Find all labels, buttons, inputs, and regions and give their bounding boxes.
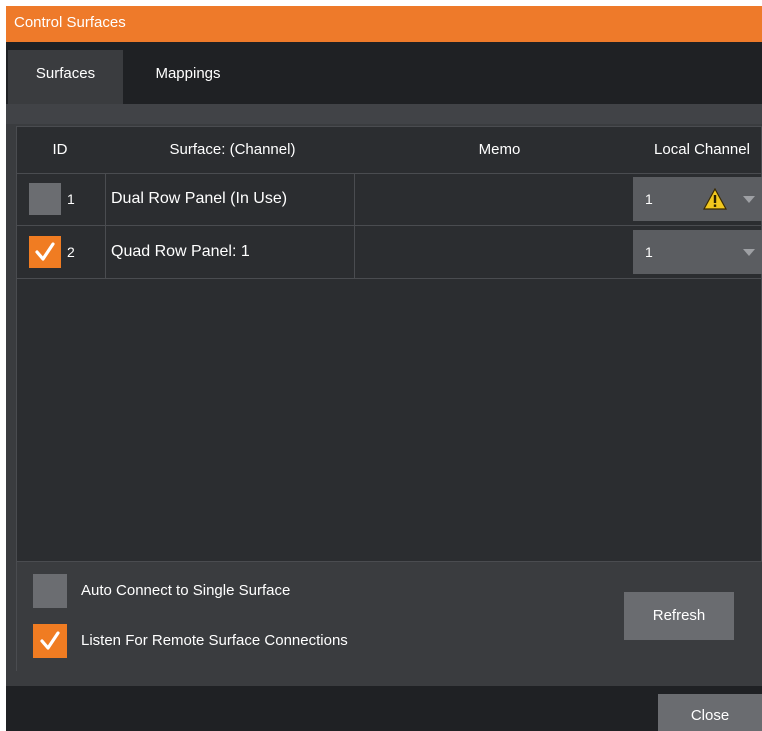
control-surfaces-window: Control Surfaces Surfaces Mappings ID Su… <box>6 6 762 731</box>
local-channel-select[interactable]: 1 <box>633 177 762 221</box>
memo-cell[interactable] <box>355 173 633 225</box>
options-footer: Auto Connect to Single Surface Listen Fo… <box>17 561 762 672</box>
tab-mappings[interactable]: Mappings <box>136 50 240 104</box>
tab-surfaces[interactable]: Surfaces <box>8 50 123 104</box>
table-row[interactable]: 2 Quad Row Panel: 1 1 <box>17 226 762 279</box>
surface-name: Quad Row Panel: 1 <box>105 226 355 278</box>
local-channel-select[interactable]: 1 <box>633 230 762 274</box>
column-header-surface: Surface: (Channel) <box>169 141 296 158</box>
tab-strip: Surfaces Mappings <box>6 42 762 104</box>
listen-remote-checkbox[interactable] <box>33 624 67 658</box>
chevron-down-icon <box>743 249 755 256</box>
row-id: 2 <box>67 244 75 260</box>
surface-name: Dual Row Panel (In Use) <box>105 173 355 225</box>
local-channel-value: 1 <box>645 191 653 207</box>
auto-connect-label[interactable]: Auto Connect to Single Surface <box>81 574 290 608</box>
checkmark-icon <box>35 242 55 261</box>
row-enable-checkbox[interactable] <box>29 183 61 215</box>
auto-connect-checkbox[interactable] <box>33 574 67 608</box>
memo-cell[interactable] <box>355 226 633 278</box>
column-header-id: ID <box>52 141 68 158</box>
surfaces-panel: ID Surface: (Channel) Memo Local Channel… <box>16 126 762 672</box>
checkmark-icon <box>40 631 60 650</box>
chevron-down-icon <box>743 196 755 203</box>
listen-remote-label[interactable]: Listen For Remote Surface Connections <box>81 624 348 658</box>
panel-divider <box>6 104 762 124</box>
refresh-button[interactable]: Refresh <box>624 592 734 640</box>
table-header: ID Surface: (Channel) Memo Local Channel <box>17 127 762 174</box>
id-cell: 2 <box>17 226 106 278</box>
column-header-memo: Memo <box>478 141 521 158</box>
window-title: Control Surfaces <box>6 6 762 42</box>
dialog-button-bar: Close <box>6 686 762 731</box>
row-enable-checkbox[interactable] <box>29 236 61 268</box>
close-button[interactable]: Close <box>658 694 762 731</box>
local-channel-value: 1 <box>645 244 653 260</box>
warning-icon <box>703 188 727 210</box>
column-header-local-channel: Local Channel <box>654 141 750 158</box>
table-row[interactable]: 1 Dual Row Panel (In Use) 1 <box>17 173 762 226</box>
row-id: 1 <box>67 191 75 207</box>
id-cell: 1 <box>17 173 106 225</box>
